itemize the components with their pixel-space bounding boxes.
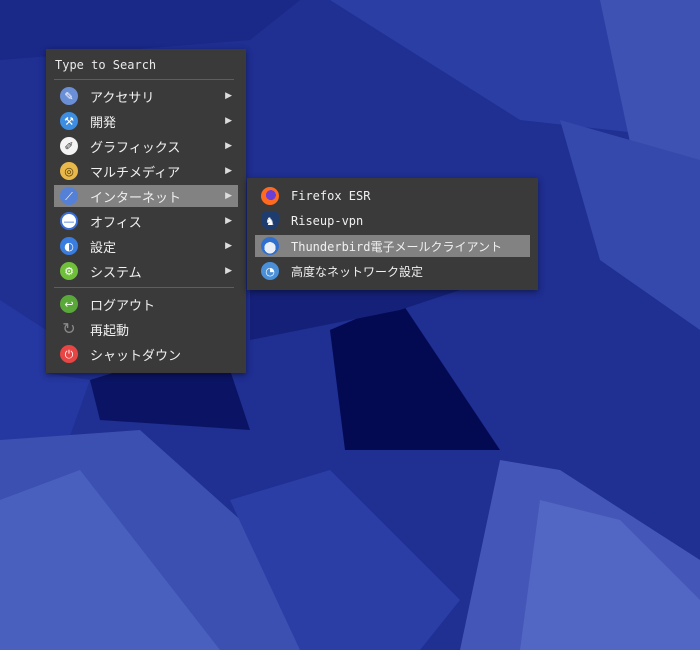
accessories-icon: ✎: [60, 87, 78, 105]
menu-item-shutdown[interactable]: ⏻ シャットダウン: [54, 343, 238, 365]
application-menu: Type to Search ✎ アクセサリ ▶ ⚒ 開発 ▶ ✐ グラフィック…: [46, 49, 246, 373]
menu-item-logout[interactable]: ↩ ログアウト: [54, 293, 238, 315]
firefox-icon: [261, 187, 279, 205]
submenu-arrow-icon: ▶: [225, 116, 232, 126]
submenu-arrow-icon: ▶: [225, 141, 232, 151]
submenu-item-riseup-vpn[interactable]: ♞ Riseup-vpn: [255, 210, 530, 232]
menu-item-multimedia[interactable]: ◎ マルチメディア ▶: [54, 160, 238, 182]
menu-separator: [54, 287, 234, 288]
menu-item-graphics[interactable]: ✐ グラフィックス ▶: [54, 135, 238, 157]
internet-icon: ⟋: [60, 187, 78, 205]
menu-item-settings[interactable]: ◐ 設定 ▶: [54, 235, 238, 257]
internet-submenu: Firefox ESR ♞ Riseup-vpn Thunderbird電子メー…: [247, 178, 538, 290]
submenu-arrow-icon: ▶: [225, 266, 232, 276]
multimedia-icon: ◎: [60, 162, 78, 180]
network-settings-icon: ◔: [261, 262, 279, 280]
menu-separator: [54, 79, 234, 80]
menu-item-internet[interactable]: ⟋ インターネット ▶: [54, 185, 238, 207]
shutdown-icon: ⏻: [60, 345, 78, 363]
menu-item-system[interactable]: ⚙ システム ▶: [54, 260, 238, 282]
logout-icon: ↩: [60, 295, 78, 313]
development-icon: ⚒: [60, 112, 78, 130]
menu-item-accessories[interactable]: ✎ アクセサリ ▶: [54, 85, 238, 107]
search-prompt[interactable]: Type to Search: [55, 57, 156, 73]
riseup-vpn-icon: ♞: [261, 212, 279, 230]
submenu-item-thunderbird[interactable]: Thunderbird電子メールクライアント: [255, 235, 530, 257]
menu-item-office[interactable]: — オフィス ▶: [54, 210, 238, 232]
submenu-arrow-icon: ▶: [225, 166, 232, 176]
menu-item-restart[interactable]: ↻ 再起動: [54, 318, 238, 340]
menu-item-development[interactable]: ⚒ 開発 ▶: [54, 110, 238, 132]
thunderbird-icon: [261, 237, 279, 255]
graphics-icon: ✐: [60, 137, 78, 155]
submenu-item-firefox[interactable]: Firefox ESR: [255, 185, 530, 207]
submenu-arrow-icon: ▶: [225, 91, 232, 101]
submenu-arrow-icon: ▶: [225, 241, 232, 251]
office-icon: —: [60, 212, 78, 230]
submenu-arrow-icon: ▶: [225, 216, 232, 226]
restart-icon: ↻: [62, 319, 76, 338]
submenu-item-network-settings[interactable]: ◔ 高度なネットワーク設定: [255, 260, 530, 282]
system-icon: ⚙: [60, 262, 78, 280]
submenu-arrow-icon: ▶: [225, 191, 232, 201]
settings-icon: ◐: [60, 237, 78, 255]
